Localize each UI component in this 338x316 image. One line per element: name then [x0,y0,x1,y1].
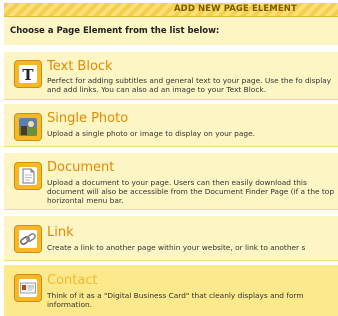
element-option-single-photo[interactable]: Single Photo Upload a single photo or im… [4,104,338,147]
intro-bar: Choose a Page Element from the list belo… [4,17,338,45]
element-option-text-block[interactable]: T Text Block Perfect for adding subtitle… [4,52,338,100]
link-icon [14,225,42,253]
element-title: Link [47,225,74,240]
element-description: Think of it as a "Digital Business Card"… [47,291,304,309]
element-title: Text Block [47,59,113,74]
add-page-element-panel: ADD NEW PAGE ELEMENT Choose a Page Eleme… [0,0,338,316]
text-block-icon: T [14,60,42,88]
element-description: Upload a document to your page. Users ca… [47,178,335,205]
contact-card-icon [14,274,42,302]
element-option-link[interactable]: Link Create a link to another page withi… [4,216,338,261]
element-title: Contact [47,273,98,288]
intro-text: Choose a Page Element from the list belo… [10,26,220,36]
element-option-contact[interactable]: Contact Think of it as a "Digital Busine… [4,265,338,316]
element-title: Document [47,160,115,175]
svg-text:T: T [22,66,34,83]
panel-title: ADD NEW PAGE ELEMENT [174,4,297,14]
panel-header: ADD NEW PAGE ELEMENT [4,3,338,17]
element-description: Upload a single photo or image to displa… [47,129,255,138]
element-description: Create a link to another page within you… [47,243,306,252]
element-option-document[interactable]: Document Upload a document to your page.… [4,153,338,210]
element-description: Perfect for adding subtitles and general… [47,76,332,94]
photo-icon [14,113,42,141]
document-icon [14,162,42,190]
element-title: Single Photo [47,111,129,126]
